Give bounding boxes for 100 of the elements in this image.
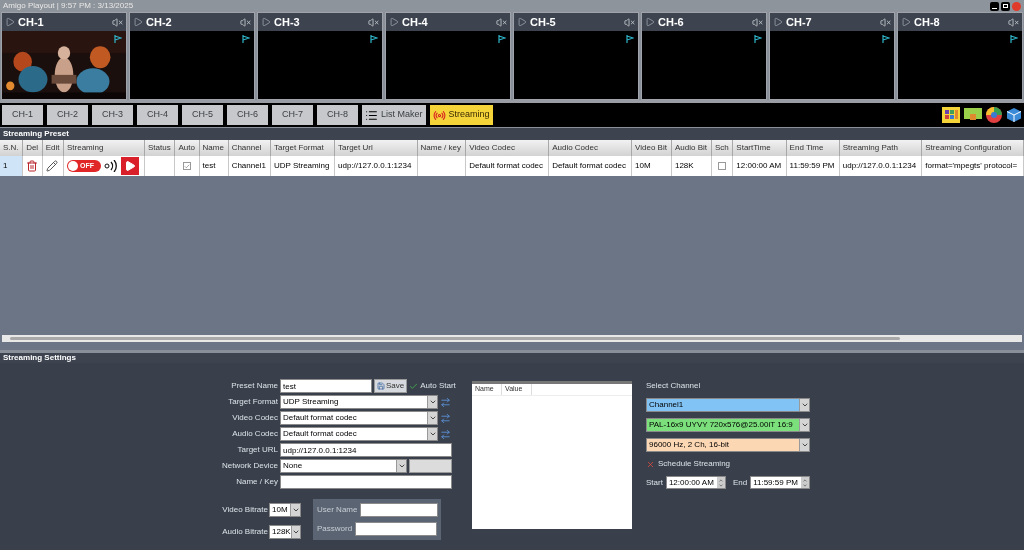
- audio-bitrate-dropdown[interactable]: 128K: [269, 525, 301, 539]
- mute-icon[interactable]: [1008, 16, 1019, 28]
- tab[interactable]: CH-5: [182, 105, 223, 125]
- save-icon: [377, 382, 385, 390]
- play-icon[interactable]: [389, 17, 399, 27]
- field-label: Audio Bitrate: [222, 526, 268, 538]
- field-label: Video Codec: [231, 412, 278, 424]
- grid-icon[interactable]: [942, 107, 960, 123]
- tab[interactable]: CH-7: [272, 105, 313, 125]
- channel-label: CH-7: [786, 14, 813, 30]
- monitor-icon[interactable]: [964, 107, 982, 123]
- minimize-icon[interactable]: [990, 1, 999, 11]
- dropdown-icon: [800, 401, 809, 409]
- play-icon[interactable]: [901, 17, 911, 27]
- field-label: Target Format: [227, 396, 278, 408]
- broadcast-icon: [432, 108, 446, 122]
- channel-dropdown[interactable]: Channel1: [646, 398, 810, 412]
- channel-label: CH-5: [530, 14, 557, 30]
- flag-icon[interactable]: [114, 35, 122, 43]
- preset-name-field[interactable]: test: [280, 379, 372, 393]
- mute-icon[interactable]: [368, 16, 379, 28]
- network-device-dropdown[interactable]: None: [280, 459, 407, 473]
- field-label: Password: [317, 523, 353, 535]
- edit-icon[interactable]: [45, 160, 58, 172]
- end-time-spinner[interactable]: 11:59:59 PM: [750, 476, 811, 489]
- mute-icon[interactable]: [880, 16, 891, 28]
- play-button[interactable]: [120, 157, 139, 175]
- mute-icon[interactable]: [112, 16, 123, 28]
- mute-icon[interactable]: [624, 16, 635, 28]
- tab[interactable]: CH-4: [137, 105, 178, 125]
- flag-icon[interactable]: [882, 35, 890, 43]
- table-cell: format='mpegts' protocol=: [921, 156, 1024, 176]
- play-icon: [123, 160, 136, 172]
- dropdown-icon: [291, 528, 300, 536]
- video-bitrate-dropdown[interactable]: 10M: [269, 503, 301, 517]
- play-icon[interactable]: [261, 17, 271, 27]
- audio-codec-dropdown[interactable]: Default format codec: [280, 427, 438, 441]
- play-icon[interactable]: [645, 17, 655, 27]
- checkbox[interactable]: [409, 381, 419, 391]
- section-title: Streaming Settings: [3, 352, 76, 364]
- play-icon[interactable]: [517, 17, 527, 27]
- tab[interactable]: CH-1: [2, 105, 43, 125]
- table-cell: 11:59:59 PM: [786, 156, 840, 176]
- tab[interactable]: Streaming: [429, 105, 493, 125]
- play-icon[interactable]: [5, 17, 15, 27]
- swap-icon[interactable]: [440, 428, 451, 440]
- maximize-icon[interactable]: [1001, 1, 1010, 11]
- flag-icon[interactable]: [754, 35, 762, 43]
- checkbox[interactable]: [646, 459, 655, 469]
- table-cell: 128K: [671, 156, 712, 176]
- flag-icon[interactable]: [626, 35, 634, 43]
- tab[interactable]: CH-6: [227, 105, 268, 125]
- target-url-field[interactable]: udp://127.0.0.1:1234: [280, 443, 452, 457]
- field-label: Name / Key: [235, 476, 278, 488]
- tab[interactable]: CH-3: [92, 105, 133, 125]
- start-time-spinner[interactable]: 12:00:00 AM: [665, 476, 726, 489]
- mute-icon[interactable]: [240, 16, 251, 28]
- color-wheel-icon[interactable]: [986, 107, 1002, 123]
- channel-label: CH-4: [402, 14, 429, 30]
- mute-icon[interactable]: [496, 16, 507, 28]
- flag-icon[interactable]: [498, 35, 506, 43]
- table-cell: 1: [0, 156, 23, 176]
- checkbox[interactable]: [183, 162, 191, 170]
- play-icon[interactable]: [133, 17, 143, 27]
- table-cell: Default format codec: [548, 156, 632, 176]
- checkbox[interactable]: [718, 162, 727, 170]
- swap-icon[interactable]: [440, 396, 451, 408]
- field-label: End: [732, 476, 748, 489]
- cube-icon[interactable]: [1006, 107, 1022, 123]
- video-format-dropdown[interactable]: PAL-16x9 UYVY 720x576@25.00iT 16:9: [646, 418, 810, 432]
- table-cell: 12:00:00 AM: [732, 156, 787, 176]
- channel-label: CH-3: [274, 14, 301, 30]
- schedule-label: Schedule Streaming: [658, 458, 731, 470]
- channel-label: CH-8: [914, 14, 941, 30]
- tab[interactable]: List Maker: [362, 105, 426, 125]
- channel-label: CH-6: [658, 14, 685, 30]
- table-cell: UDP Streaming: [270, 156, 335, 176]
- tab[interactable]: CH-2: [47, 105, 88, 125]
- table-cell: Channel1: [228, 156, 271, 176]
- user-name-field[interactable]: [360, 503, 438, 517]
- audio-format-dropdown[interactable]: 96000 Hz, 2 Ch, 16-bit: [646, 438, 810, 452]
- name-key-field[interactable]: [280, 475, 452, 489]
- flag-icon[interactable]: [1010, 35, 1018, 43]
- tab[interactable]: CH-8: [317, 105, 358, 125]
- video-codec-dropdown[interactable]: Default format codec: [280, 411, 438, 425]
- flag-icon[interactable]: [242, 35, 250, 43]
- save-button[interactable]: Save: [374, 379, 408, 393]
- password-field[interactable]: [355, 522, 438, 536]
- scrollbar[interactable]: [2, 335, 1022, 342]
- trash-icon[interactable]: [26, 160, 39, 172]
- flag-icon[interactable]: [370, 35, 378, 43]
- field-label: Audio Codec: [231, 428, 278, 440]
- field-label: Preset Name: [230, 380, 278, 392]
- window-title: Amigo Playout | 9:57 PM : 3/13/2025: [3, 0, 134, 12]
- dropdown-icon: [397, 462, 406, 470]
- play-icon[interactable]: [773, 17, 783, 27]
- target-format-dropdown[interactable]: UDP Streaming: [280, 395, 438, 409]
- mute-icon[interactable]: [752, 16, 763, 28]
- input-field[interactable]: [409, 459, 452, 473]
- swap-icon[interactable]: [440, 412, 451, 424]
